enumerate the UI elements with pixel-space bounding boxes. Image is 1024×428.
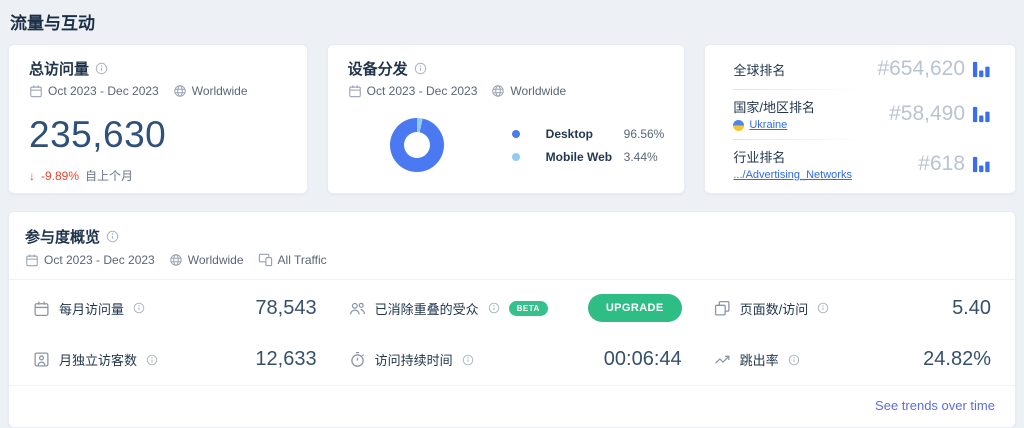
- industry-rank-link[interactable]: .../Advertising_Networks: [733, 169, 852, 181]
- engagement-region: Worldwide: [187, 252, 244, 267]
- globe-icon: [491, 84, 505, 98]
- rankings-card: 全球排名 #654,620 国家/地区排名 Ukraine #58,490 行业…: [704, 44, 1017, 194]
- all-traffic-icon: [258, 252, 273, 267]
- metric-visit-duration: 访问持续时间 00:06:44: [333, 340, 698, 379]
- device-donut-chart: [389, 118, 444, 172]
- ukraine-flag-icon: [733, 119, 745, 131]
- global-rank-row: 全球排名 #654,620: [733, 49, 991, 89]
- total-visits-title: 总访问量: [29, 61, 90, 78]
- info-icon[interactable]: [488, 302, 500, 314]
- global-rank-value: #654,620: [877, 57, 966, 80]
- visitor-icon: [33, 351, 50, 368]
- country-rank-link[interactable]: Ukraine: [749, 119, 787, 131]
- globe-icon: [173, 84, 187, 98]
- legend-item-desktop: Desktop 96.56%: [511, 126, 665, 141]
- engagement-traffic-filter: All Traffic: [277, 252, 327, 267]
- info-icon[interactable]: [146, 354, 158, 366]
- total-visits-change-caption: 自上个月: [85, 169, 134, 183]
- pages-per-visit-value: 5.40: [952, 296, 991, 319]
- metric-monthly-unique-visitors: 月独立访客数 12,633: [17, 340, 333, 379]
- total-visits-change: -9.89%: [41, 168, 80, 183]
- metric-monthly-visits: 每月访问量 78,543: [17, 286, 333, 330]
- upgrade-button[interactable]: UPGRADE: [587, 294, 682, 322]
- mobile-web-legend-label: Mobile Web: [545, 149, 613, 164]
- device-distribution-date-range: Oct 2023 - Dec 2023: [366, 84, 478, 98]
- visit-duration-label: 访问持续时间: [374, 353, 453, 368]
- info-icon[interactable]: [106, 230, 119, 243]
- total-visits-card: 总访问量 Oct 2023 - Dec 2023 Worldwide 235,6…: [8, 44, 308, 194]
- info-icon[interactable]: [817, 302, 829, 314]
- bounce-rate-label: 跳出率: [739, 353, 779, 368]
- country-rank-label: 国家/地区排名: [733, 100, 815, 115]
- calendar-icon: [29, 84, 43, 98]
- global-rank-label: 全球排名: [733, 62, 786, 78]
- device-distribution-card: 设备分发 Oct 2023 - Dec 2023 Worldwide Deskt…: [326, 44, 686, 194]
- bounce-rate-icon: [714, 351, 731, 368]
- mobile-web-legend-value: 3.44%: [623, 149, 658, 164]
- monthly-visits-value: 78,543: [255, 296, 317, 319]
- metric-deduplicated-audience: 已消除重叠的受众 BETA UPGRADE: [333, 286, 698, 330]
- info-icon[interactable]: [462, 354, 474, 366]
- desktop-legend-label: Desktop: [545, 126, 593, 141]
- industry-rank-row: 行业排名 .../Advertising_Networks #618: [733, 139, 991, 189]
- mobile-web-legend-dot: [511, 152, 520, 161]
- info-icon[interactable]: [788, 354, 800, 366]
- page-title: 流量与互动: [10, 14, 95, 33]
- rank-bars-icon: [972, 60, 991, 79]
- total-visits-date-range: Oct 2023 - Dec 2023: [48, 84, 159, 98]
- deduplicated-audience-label: 已消除重叠的受众: [374, 301, 479, 317]
- rank-bars-icon: [972, 105, 991, 124]
- beta-badge: BETA: [508, 300, 548, 316]
- top-cards-row: 总访问量 Oct 2023 - Dec 2023 Worldwide 235,6…: [8, 44, 1017, 194]
- total-visits-region: Worldwide: [191, 84, 248, 98]
- industry-rank-label: 行业排名: [733, 150, 786, 165]
- legend-item-mobile-web: Mobile Web 3.44%: [511, 149, 665, 164]
- see-trends-link[interactable]: See trends over time: [875, 398, 995, 413]
- pages-per-visit-label: 页面数/访问: [739, 301, 809, 317]
- people-icon: [349, 300, 366, 317]
- visit-duration-value: 00:06:44: [603, 348, 682, 370]
- country-rank-value: #58,490: [889, 102, 966, 125]
- engagement-metrics-grid: 每月访问量 78,543 已消除重叠的受众 BETA UPGRADE 页面数/访…: [9, 280, 1015, 385]
- engagement-title: 参与度概览: [25, 229, 101, 246]
- monthly-unique-visitors-label: 月独立访客数: [59, 353, 138, 368]
- industry-rank-value: #618: [918, 152, 966, 175]
- monthly-visits-label: 每月访问量: [59, 301, 125, 317]
- total-visits-value: 235,630: [29, 114, 167, 155]
- engagement-footer: See trends over time: [9, 385, 1015, 427]
- desktop-legend-dot: [511, 129, 520, 138]
- bounce-rate-value: 24.82%: [923, 348, 991, 370]
- info-icon[interactable]: [414, 62, 427, 75]
- calendar-icon: [348, 84, 362, 98]
- stopwatch-icon: [349, 351, 366, 368]
- change-down-arrow-icon: ↓: [29, 168, 35, 183]
- calendar-icon: [25, 253, 39, 267]
- metric-bounce-rate: 跳出率 24.82%: [698, 340, 1007, 379]
- country-rank-row: 国家/地区排名 Ukraine #58,490: [733, 89, 991, 139]
- desktop-legend-value: 96.56%: [623, 126, 665, 141]
- globe-icon: [169, 253, 183, 267]
- engagement-overview-card: 参与度概览 Oct 2023 - Dec 2023 Worldwide All …: [8, 211, 1016, 428]
- pages-icon: [714, 300, 731, 317]
- metric-pages-per-visit: 页面数/访问 5.40: [698, 286, 1007, 330]
- info-icon[interactable]: [133, 302, 145, 314]
- device-distribution-region: Worldwide: [510, 84, 567, 98]
- monthly-unique-visitors-value: 12,633: [255, 348, 317, 370]
- device-distribution-title: 设备分发: [347, 61, 408, 78]
- calendar-icon: [33, 300, 50, 317]
- rank-bars-icon: [972, 155, 991, 174]
- info-icon[interactable]: [95, 62, 108, 75]
- engagement-date-range: Oct 2023 - Dec 2023: [44, 252, 155, 267]
- device-legend: Desktop 96.56% Mobile Web 3.44%: [511, 126, 665, 164]
